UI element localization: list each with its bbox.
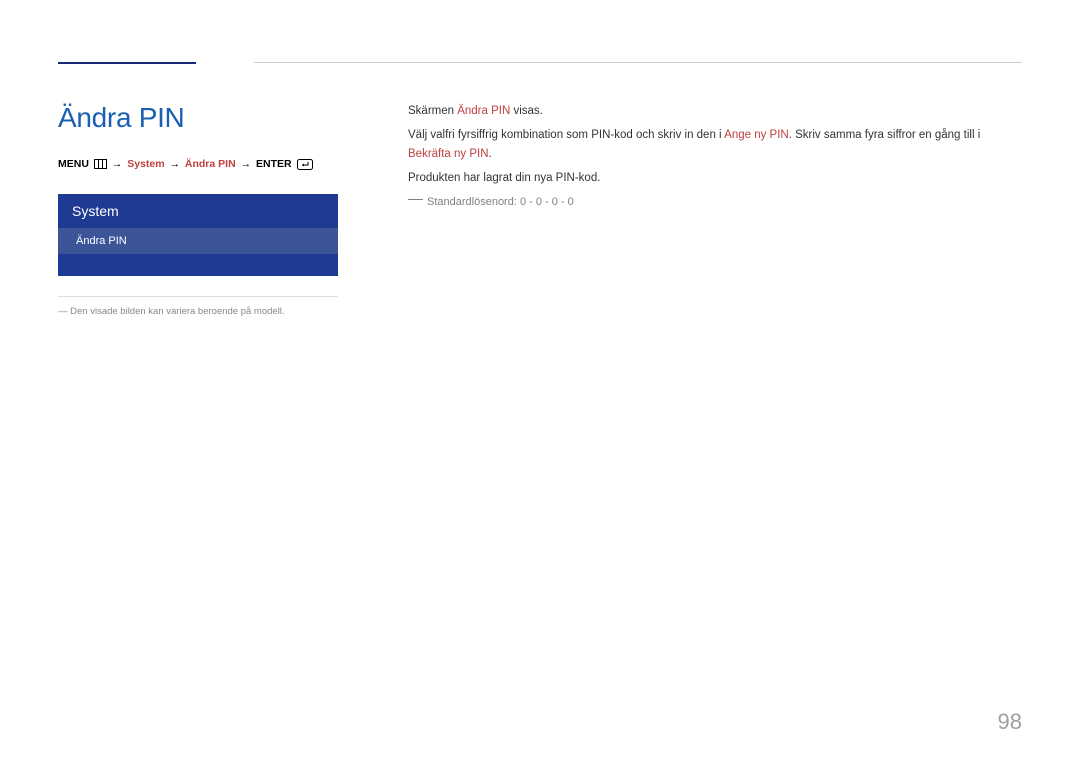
highlight-ange-ny-pin: Ange ny PIN <box>724 129 789 141</box>
breadcrumb-arrow: → <box>169 158 180 170</box>
footnote-divider <box>58 296 338 297</box>
page-number: 98 <box>998 709 1022 735</box>
highlight-andra-pin: Ändra PIN <box>457 105 510 117</box>
body-line-3: Produkten har lagrat din nya PIN-kod. <box>408 169 1022 187</box>
text-fragment: . Skriv samma fyra siffror en gång till … <box>789 129 981 141</box>
menu-panel-footer <box>58 254 338 276</box>
breadcrumb-menu-label: MENU <box>58 158 89 170</box>
body-line-1: Skärmen Ändra PIN visas. <box>408 102 1022 120</box>
note-text: Standardlösenord: 0 - 0 - 0 - 0 <box>427 196 574 208</box>
enter-icon <box>297 158 313 170</box>
breadcrumb: MENU → System → Ändra PIN → ENTER <box>58 158 348 170</box>
breadcrumb-system: System <box>127 158 164 170</box>
breadcrumb-enter-label: ENTER <box>256 158 292 170</box>
page-title: Ändra PIN <box>58 102 348 134</box>
text-fragment: visas. <box>510 105 543 117</box>
right-column: Skärmen Ändra PIN visas. Välj valfri fyr… <box>408 102 1022 319</box>
content-row: Ändra PIN MENU → System → Ändra PIN → EN… <box>58 102 1022 319</box>
page: Ändra PIN MENU → System → Ändra PIN → EN… <box>0 0 1080 319</box>
accent-rule <box>58 62 196 64</box>
footnote: ― Den visade bilden kan variera beroende… <box>58 305 348 318</box>
menu-panel-header: System <box>58 194 338 228</box>
highlight-bekrafta-ny-pin: Bekräfta ny PIN <box>408 148 489 160</box>
left-column: Ändra PIN MENU → System → Ändra PIN → EN… <box>58 102 348 319</box>
text-fragment: Skärmen <box>408 105 457 117</box>
note-dash-icon <box>408 199 423 200</box>
text-fragment: Välj valfri fyrsiffrig kombination som P… <box>408 129 724 141</box>
menu-item-andra-pin[interactable]: Ändra PIN <box>58 228 338 254</box>
breadcrumb-andra-pin: Ändra PIN <box>185 158 236 170</box>
breadcrumb-arrow: → <box>112 158 123 170</box>
body-line-2: Välj valfri fyrsiffrig kombination som P… <box>408 126 1022 163</box>
text-fragment: . <box>489 148 492 160</box>
header-divider <box>254 62 1022 63</box>
breadcrumb-arrow: → <box>241 158 252 170</box>
menu-icon <box>94 158 107 170</box>
menu-panel: System Ändra PIN <box>58 194 338 276</box>
default-password-note: Standardlösenord: 0 - 0 - 0 - 0 <box>408 194 1022 212</box>
